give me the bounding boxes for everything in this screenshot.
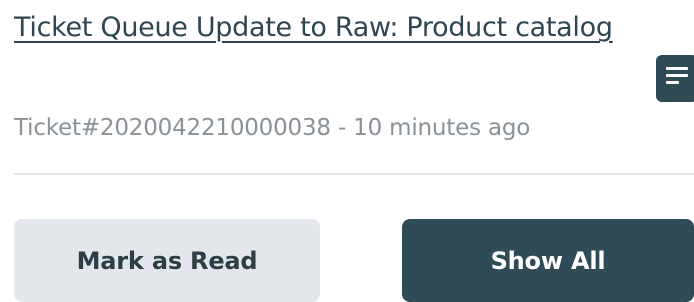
mark-as-read-button[interactable]: Mark as Read: [14, 219, 320, 302]
notification-panel: Ticket Queue Update to Raw: Product cata…: [0, 0, 694, 302]
show-all-button[interactable]: Show All: [402, 219, 694, 302]
document-lines-icon[interactable]: [656, 55, 694, 102]
notification-title-link[interactable]: Ticket Queue Update to Raw: Product cata…: [14, 0, 614, 56]
notification-meta-text: Ticket#2020042210000038 - 10 minutes ago: [14, 115, 531, 141]
divider: [14, 173, 694, 175]
